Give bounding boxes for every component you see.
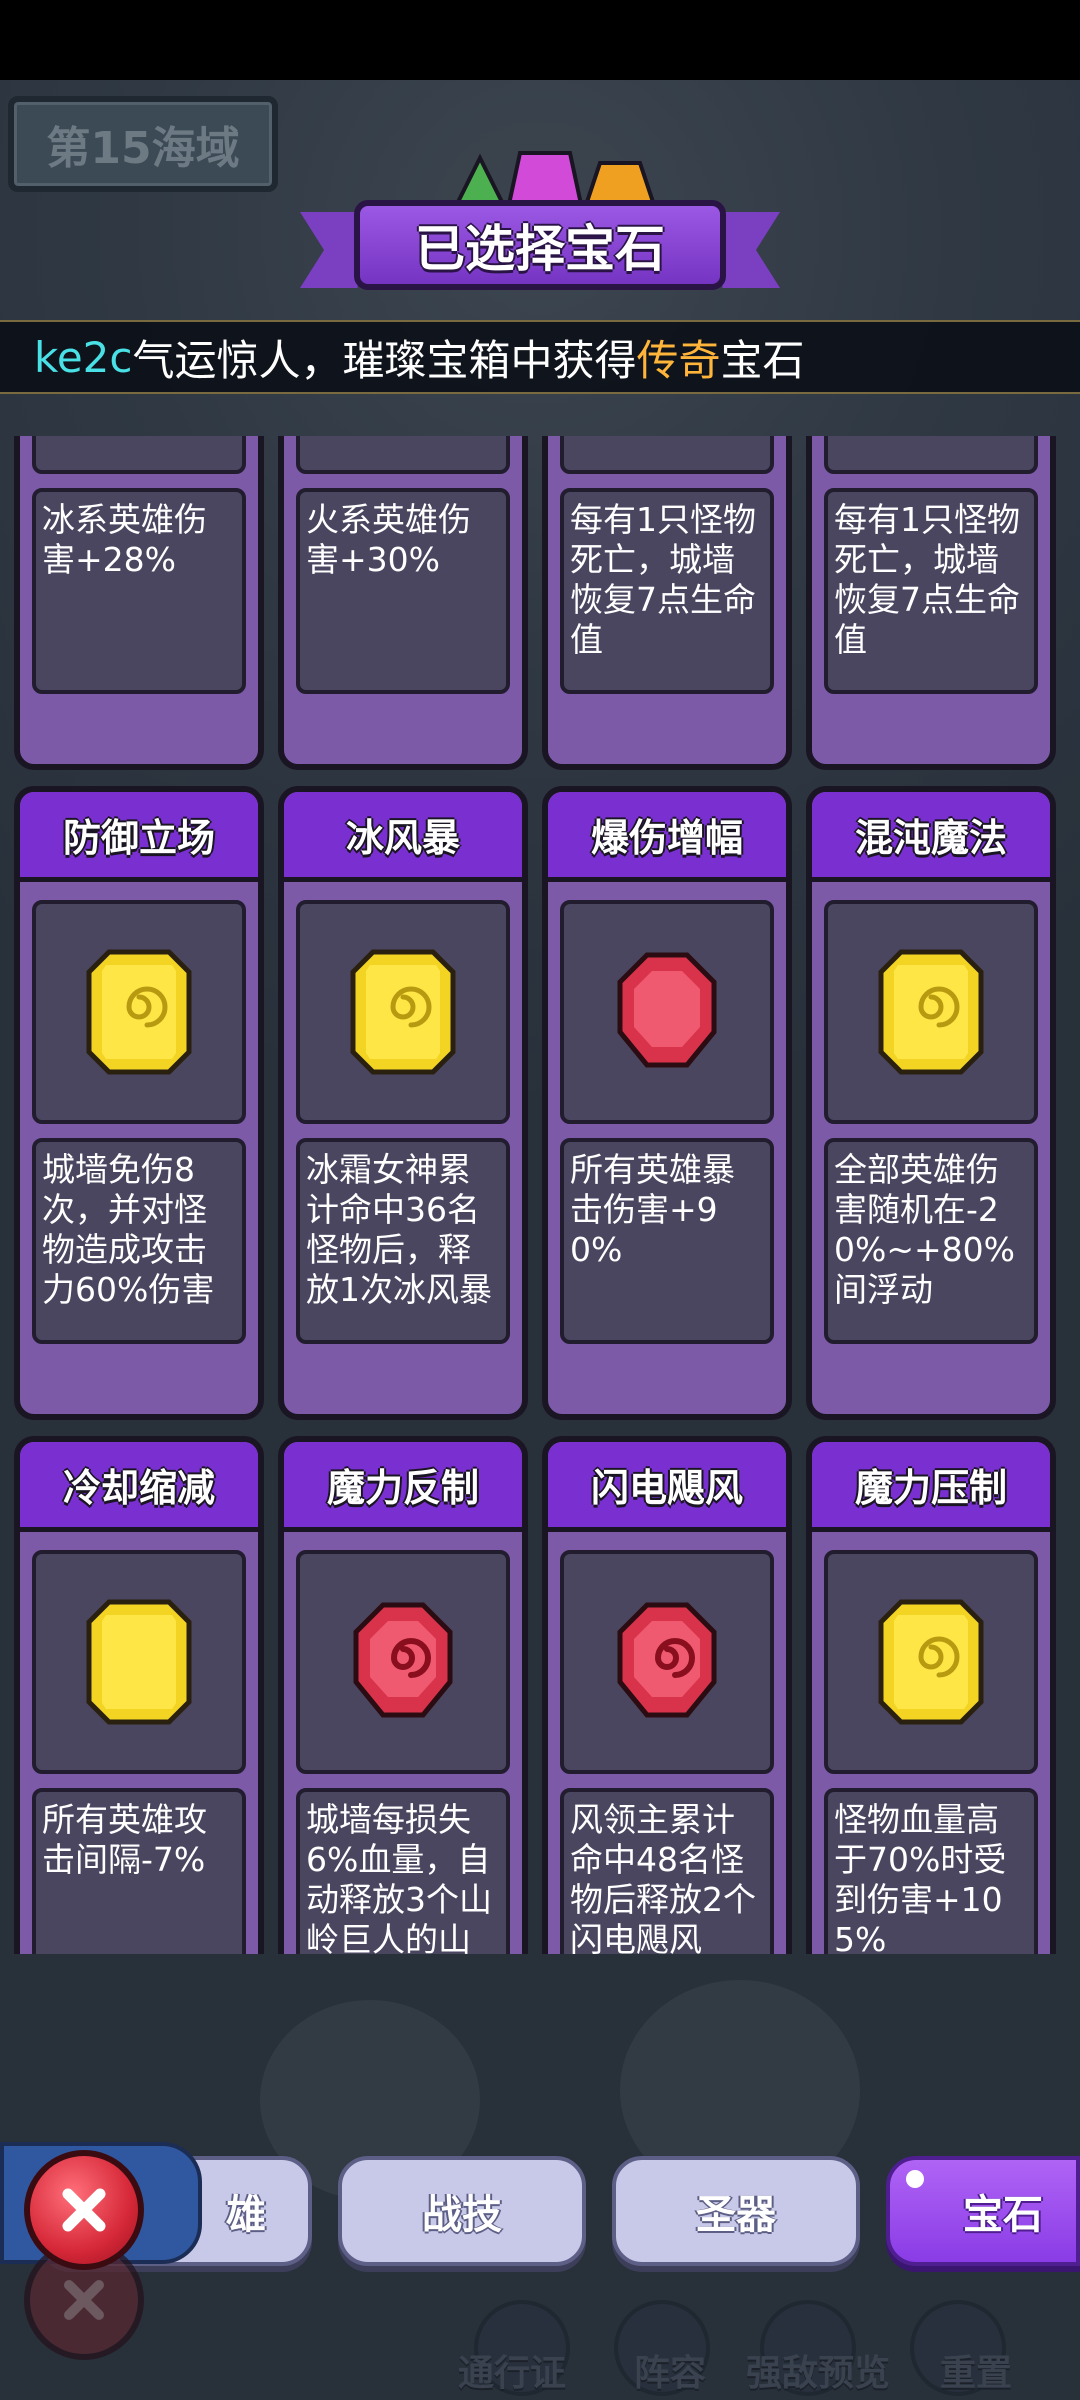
gem-description-box: 每有1只怪物死亡，城墙恢复7点生命值 (824, 488, 1038, 694)
yellow-swirl-gem-icon (86, 949, 192, 1075)
gem-description: 城墙免伤8次，并对怪物造成攻击力60%伤害 (42, 1150, 215, 1309)
gem-image-box (560, 436, 774, 474)
yellow-swirl-gem-icon (878, 1599, 984, 1725)
gem-description: 每有1只怪物死亡，城墙恢复7点生命值 (570, 500, 756, 659)
red-plain-gem-icon (617, 952, 717, 1068)
gem-name: 冰风暴 (345, 816, 460, 860)
gem-name: 魔力压制 (854, 1466, 1007, 1510)
gem-description-box: 所有英雄攻击间隔-7% (32, 1788, 246, 1954)
tab-heroes-label: 雄 (226, 2192, 266, 2238)
gem-card-header: 爆伤增幅 (548, 792, 786, 882)
yellow-swirl-gem-icon (878, 949, 984, 1075)
yellow-swirl-gem-icon (350, 949, 456, 1075)
status-bar (0, 0, 1080, 80)
gem-description: 冰霜女神累计命中36名怪物后，释放1次冰风暴 (306, 1150, 492, 1309)
gem-card[interactable]: 冰风暴冰霜女神累计命中36名怪物后，释放1次冰风暴 (278, 786, 528, 1420)
gem-description: 风领主累计命中48名怪物后释放2个闪电飓风 (570, 1800, 756, 1954)
sea-region-tag: 第15海域 (8, 96, 278, 192)
banner-title: 已选择宝石 (415, 220, 665, 278)
gem-description-box: 风领主累计命中48名怪物后释放2个闪电飓风 (560, 1788, 774, 1954)
gem-card[interactable]: 魔力反制城墙每损失6%血量，自动释放3个山岭巨人的山崩 (278, 1436, 528, 1954)
gem-card-header: 魔力反制 (284, 1442, 522, 1532)
gem-image-box (560, 1550, 774, 1774)
nav-enemy-preview[interactable]: 强敌预览 (746, 2344, 890, 2396)
selected-gems-banner: 已选择宝石 (300, 190, 780, 300)
gem-description-box: 城墙每损失6%血量，自动释放3个山岭巨人的山崩 (296, 1788, 510, 1954)
gem-card[interactable]: 火系英雄伤害+30% (278, 436, 528, 770)
announcement-rarity: 传奇 (636, 335, 721, 385)
red-swirl-gem-icon (353, 1602, 453, 1718)
gem-description: 城墙每损失6%血量，自动释放3个山岭巨人的山崩 (306, 1800, 492, 1954)
gem-card[interactable]: 魔力压制怪物血量高于70%时受到伤害+105% (806, 1436, 1056, 1954)
tab-skills-label: 战技 (422, 2192, 502, 2238)
gem-card[interactable]: 混沌魔法全部英雄伤害随机在-20%~+80%间浮动 (806, 786, 1056, 1420)
announcement-bar: ke2c 气运惊人，璀璨宝箱中获得 传奇 宝石 (0, 320, 1080, 394)
gem-card-header: 冷却缩减 (20, 1442, 258, 1532)
gem-description-box: 怪物血量高于70%时受到伤害+105% (824, 1788, 1038, 1954)
gem-image-box (32, 436, 246, 474)
gem-image-box (296, 900, 510, 1124)
gem-name: 冷却缩减 (62, 1466, 215, 1510)
gem-image-box (824, 436, 1038, 474)
gem-name: 闪电飓风 (590, 1466, 743, 1510)
gem-description-box: 所有英雄暴击伤害+90% (560, 1138, 774, 1344)
gem-card-header: 冰风暴 (284, 792, 522, 882)
gem-card-header: 闪电飓风 (548, 1442, 786, 1532)
gem-description-box: 每有1只怪物死亡，城墙恢复7点生命值 (560, 488, 774, 694)
gem-name: 防御立场 (62, 816, 215, 860)
gem-image-box (32, 1550, 246, 1774)
nav-pass[interactable]: 通行证 (458, 2344, 566, 2396)
bottom-nav: 通行证 阵容 强敌预览 重置 (0, 2300, 1080, 2400)
gem-description-box: 全部英雄伤害随机在-20%~+80%间浮动 (824, 1138, 1038, 1344)
announcement-suffix: 宝石 (720, 335, 805, 385)
gem-description: 所有英雄暴击伤害+90% (570, 1150, 735, 1269)
tab-artifacts-label: 圣器 (696, 2192, 776, 2238)
gem-card[interactable]: 每有1只怪物死亡，城墙恢复7点生命值 (542, 436, 792, 770)
gem-name: 混沌魔法 (854, 816, 1007, 860)
gem-description: 怪物血量高于70%时受到伤害+105% (834, 1800, 1007, 1954)
gem-card[interactable]: 冷却缩减所有英雄攻击间隔-7% (14, 1436, 264, 1954)
gem-description: 每有1只怪物死亡，城墙恢复7点生命值 (834, 500, 1020, 659)
gem-card-header: 防御立场 (20, 792, 258, 882)
announcement-text: 气运惊人，璀璨宝箱中获得 (132, 335, 637, 385)
gem-card-header: 魔力压制 (812, 1442, 1050, 1532)
gem-description-box: 冰霜女神累计命中36名怪物后，释放1次冰风暴 (296, 1138, 510, 1344)
active-dot (906, 2170, 924, 2188)
gem-card-scroll-area[interactable]: 冰系英雄伤害+28% 火系英雄伤害+30% 每有1只怪物死亡，城墙恢复7点生命值 每有… (14, 436, 1066, 1954)
gem-description-box: 火系英雄伤害+30% (296, 488, 510, 694)
gem-name: 爆伤增幅 (590, 816, 743, 860)
tab-skills[interactable]: 战技 (338, 2156, 586, 2266)
nav-reset[interactable]: 重置 (940, 2344, 1012, 2396)
gem-description-box: 冰系英雄伤害+28% (32, 488, 246, 694)
red-swirl-gem-icon (617, 1602, 717, 1718)
gem-image-box (824, 900, 1038, 1124)
close-icon (62, 2188, 106, 2232)
gem-image-box (824, 1550, 1038, 1774)
gem-card[interactable]: 每有1只怪物死亡，城墙恢复7点生命值 (806, 436, 1056, 770)
gem-card[interactable]: 防御立场城墙免伤8次，并对怪物造成攻击力60%伤害 (14, 786, 264, 1420)
yellow-plain-gem-icon (86, 1599, 192, 1725)
nav-lineup[interactable]: 阵容 (634, 2344, 706, 2396)
gem-name: 魔力反制 (326, 1466, 479, 1510)
gem-description: 冰系英雄伤害+28% (42, 500, 207, 579)
gem-image-box (32, 900, 246, 1124)
close-button[interactable] (24, 2150, 144, 2270)
gem-description: 火系英雄伤害+30% (306, 500, 471, 579)
tab-gems[interactable]: 宝石 (886, 2156, 1080, 2266)
gem-card[interactable]: 冰系英雄伤害+28% (14, 436, 264, 770)
announcement-user: ke2c (34, 332, 133, 382)
gem-description: 全部英雄伤害随机在-20%~+80%间浮动 (834, 1150, 1016, 1309)
gem-image-box (296, 436, 510, 474)
gem-card-grid: 冰系英雄伤害+28% 火系英雄伤害+30% 每有1只怪物死亡，城墙恢复7点生命值 每有… (14, 436, 1066, 1954)
sea-region-label: 第15海域 (46, 123, 240, 174)
gem-card-header: 混沌魔法 (812, 792, 1050, 882)
gem-description-box: 城墙免伤8次，并对怪物造成攻击力60%伤害 (32, 1138, 246, 1344)
gem-card[interactable]: 爆伤增幅所有英雄暴击伤害+90% (542, 786, 792, 1420)
gem-description: 所有英雄攻击间隔-7% (42, 1800, 207, 1879)
gem-image-box (296, 1550, 510, 1774)
tab-artifacts[interactable]: 圣器 (612, 2156, 860, 2266)
gem-card[interactable]: 闪电飓风风领主累计命中48名怪物后释放2个闪电飓风 (542, 1436, 792, 1954)
tab-gems-label: 宝石 (963, 2192, 1043, 2238)
gem-image-box (560, 900, 774, 1124)
